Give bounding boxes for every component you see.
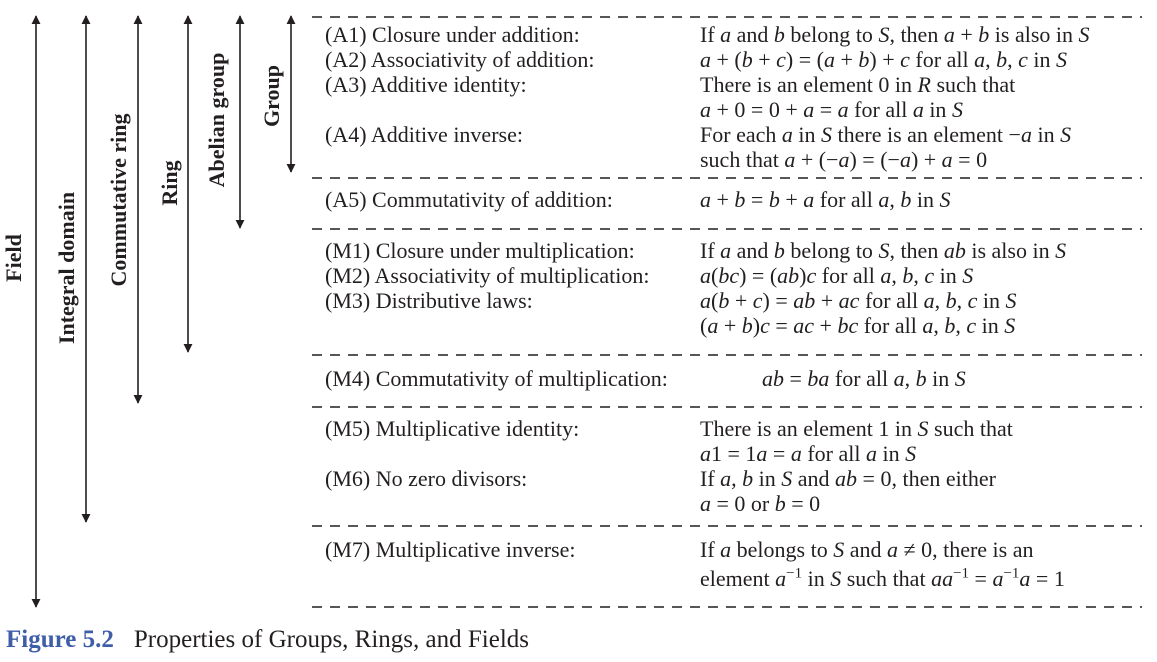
- property-a1-name: (A1) Closure under addition:: [325, 22, 580, 47]
- figure-label: Figure 5.2: [6, 626, 114, 653]
- property-m3-definition-line1: a(b + c) = ab + ac for all a, b, c in S: [700, 288, 1017, 313]
- property-m5-definition-line1: There is an element 1 in S such that: [700, 416, 1013, 441]
- property-m7-name: (M7) Multiplicative inverse:: [325, 537, 576, 562]
- property-m5-name: (M5) Multiplicative identity:: [325, 416, 580, 441]
- property-m7-definition-line2: element a−1 in S such that aa−1 = a−1a =…: [700, 565, 1065, 591]
- property-m7-definition-line1: If a belongs to S and a ≠ 0, there is an: [700, 537, 1034, 562]
- property-m3-definition-line2: (a + b)c = ac + bc for all a, b, c in S: [700, 313, 1016, 338]
- property-a4-definition-line1: For each a in S there is an element −a i…: [700, 122, 1072, 147]
- property-m4-definition: ab = ba for all a, b in S: [762, 366, 966, 391]
- property-m2-definition: a(bc) = (ab)c for all a, b, c in S: [700, 263, 974, 288]
- property-m2-name: (M2) Associativity of multiplication:: [325, 263, 650, 288]
- property-a4-name: (A4) Additive inverse:: [325, 122, 523, 147]
- property-m1-definition: If a and b belong to S, then ab is also …: [700, 238, 1067, 263]
- property-m6-definition-line2: a = 0 or b = 0: [700, 491, 821, 516]
- figure-title: Properties of Groups, Rings, and Fields: [133, 626, 529, 653]
- property-a2-definition: a + (b + c) = (a + b) + c for all a, b, …: [700, 47, 1067, 72]
- group-label: Group: [259, 65, 284, 127]
- properties-diagram: Field Integral domain Commutative ring R…: [0, 0, 1157, 662]
- property-a3-definition-line1: There is an element 0 in R such that: [700, 72, 1016, 97]
- ring-label: Ring: [157, 160, 182, 205]
- property-a2-name: (A2) Associativity of addition:: [325, 47, 595, 72]
- property-m1-name: (M1) Closure under multiplication:: [325, 238, 635, 263]
- property-m4-name: (M4) Commutativity of multiplication:: [325, 366, 668, 391]
- property-m6-definition-line1: If a, b in S and ab = 0, then either: [700, 466, 996, 491]
- field-label: Field: [1, 234, 26, 282]
- figure-caption: Figure 5.2 Properties of Groups, Rings, a…: [6, 625, 529, 655]
- abelian-group-label: Abelian group: [204, 53, 229, 188]
- integral-domain-label: Integral domain: [54, 192, 79, 344]
- commutative-ring-label: Commutative ring: [106, 114, 131, 287]
- property-m6-name: (M6) No zero divisors:: [325, 466, 528, 491]
- property-m5-definition-line2: a1 = 1a = a for all a in S: [700, 441, 917, 466]
- property-a3-definition-line2: a + 0 = 0 + a = a for all a in S: [700, 97, 963, 122]
- property-a1-definition: If a and b belong to S, then a + b is al…: [700, 22, 1090, 47]
- property-a3-name: (A3) Additive identity:: [325, 72, 527, 97]
- property-a4-definition-line2: such that a + (−a) = (−a) + a = 0: [700, 147, 988, 172]
- property-a5-name: (A5) Commutativity of addition:: [325, 187, 613, 212]
- property-a5-definition: a + b = b + a for all a, b in S: [700, 187, 951, 212]
- property-m3-name: (M3) Distributive laws:: [325, 288, 533, 313]
